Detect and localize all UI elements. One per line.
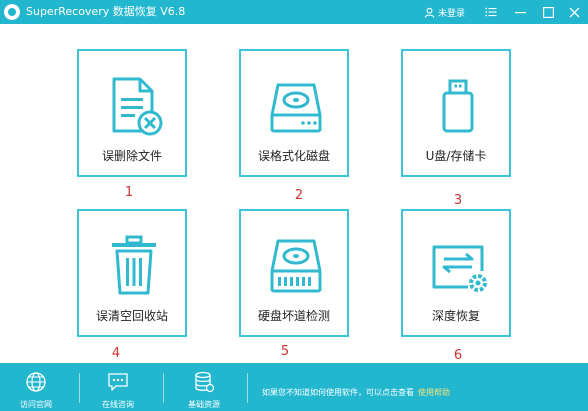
title-bar: SuperRecovery 数据恢复 V6.8 未登录 bbox=[0, 0, 588, 24]
minimize-icon bbox=[514, 11, 526, 13]
usb-drive-icon bbox=[442, 79, 474, 133]
disk-scan-icon bbox=[270, 239, 322, 293]
login-button[interactable]: 未登录 bbox=[424, 4, 465, 20]
card-number-5: 5 bbox=[280, 344, 290, 359]
footer-label: 访问官网 bbox=[20, 400, 52, 409]
footer-divider bbox=[79, 373, 80, 403]
footer-bar: 访问官网 在线咨询 基础资源 如果您不知道如何使用软件，可以点击查看 使用帮助 bbox=[0, 363, 588, 411]
card-number-2: 2 bbox=[294, 188, 304, 203]
deep-recovery-icon bbox=[432, 245, 487, 292]
recycle-bin-icon bbox=[112, 235, 156, 295]
card-deep-recovery[interactable]: 深度恢复 bbox=[401, 209, 511, 337]
menu-icon bbox=[485, 7, 497, 17]
card-label: 误格式化磁盘 bbox=[257, 149, 330, 163]
maximize-button[interactable] bbox=[539, 3, 557, 21]
deleted-file-icon bbox=[112, 77, 163, 136]
card-number-6: 6 bbox=[453, 348, 463, 363]
card-number-1: 1 bbox=[124, 185, 134, 200]
card-disk-bad-sector[interactable]: 硬盘坏道检测 bbox=[239, 209, 349, 337]
close-button[interactable] bbox=[565, 3, 583, 21]
maximize-icon bbox=[542, 6, 554, 18]
menu-button[interactable] bbox=[482, 3, 500, 21]
footer-label: 在线咨询 bbox=[102, 400, 134, 409]
card-deleted-files[interactable]: 误删除文件 bbox=[77, 49, 187, 177]
footer-divider bbox=[247, 373, 248, 403]
card-label: 误删除文件 bbox=[101, 149, 162, 163]
login-label: 未登录 bbox=[438, 8, 466, 19]
app-title: SuperRecovery 数据恢复 V6.8 bbox=[26, 5, 186, 18]
footer-divider bbox=[163, 373, 164, 403]
help-link[interactable]: 使用帮助 bbox=[418, 388, 450, 397]
card-number-3: 3 bbox=[453, 193, 463, 208]
globe-icon bbox=[26, 372, 46, 392]
database-icon bbox=[195, 371, 215, 393]
user-icon bbox=[424, 7, 435, 18]
footer-help-notice: 如果您不知道如何使用软件，可以点击查看 使用帮助 bbox=[262, 387, 450, 398]
hard-disk-icon bbox=[270, 83, 322, 133]
card-label: 深度恢复 bbox=[431, 309, 480, 323]
card-label: 误清空回收站 bbox=[95, 309, 168, 323]
footer-website-link[interactable]: 访问官网 bbox=[6, 369, 66, 409]
chat-icon bbox=[108, 373, 128, 391]
card-number-4: 4 bbox=[111, 346, 121, 361]
card-recycle-bin[interactable]: 误清空回收站 bbox=[77, 209, 187, 337]
help-notice-text: 如果您不知道如何使用软件，可以点击查看 bbox=[262, 388, 414, 397]
footer-consult-link[interactable]: 在线咨询 bbox=[88, 369, 148, 409]
app-logo-icon bbox=[4, 4, 20, 20]
card-formatted-disk[interactable]: 误格式化磁盘 bbox=[239, 49, 349, 177]
footer-resources-link[interactable]: 基础资源 bbox=[174, 369, 234, 409]
footer-label: 基础资源 bbox=[188, 400, 220, 409]
card-label: 硬盘坏道检测 bbox=[257, 309, 330, 323]
card-label: U盘/存储卡 bbox=[425, 149, 487, 163]
close-icon bbox=[569, 7, 579, 17]
minimize-button[interactable] bbox=[511, 3, 529, 21]
card-usb-storage[interactable]: U盘/存储卡 bbox=[401, 49, 511, 177]
